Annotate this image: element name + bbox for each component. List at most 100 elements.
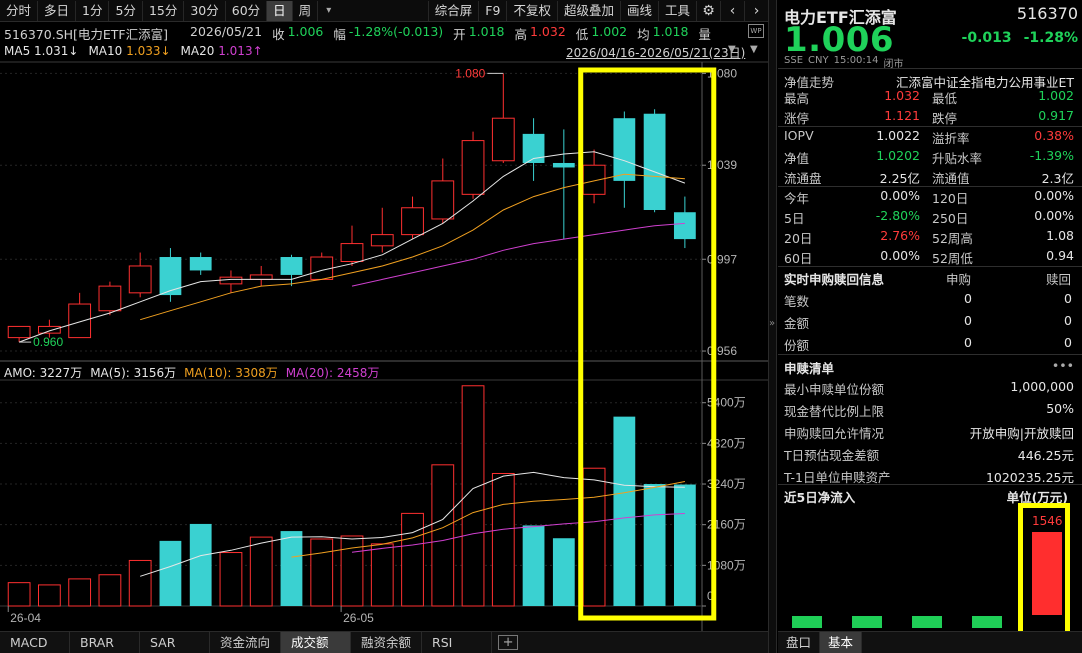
net-inflow-title: 近5日净流入 — [784, 490, 856, 505]
candle-body — [189, 257, 212, 271]
net-inflow-bar — [972, 616, 1002, 628]
more-icon[interactable]: ••• — [1052, 358, 1074, 373]
tab-fund-flow[interactable]: 资金流向 — [210, 632, 282, 653]
net-inflow-bar — [852, 616, 882, 628]
tab-macd[interactable]: MACD — [0, 632, 70, 653]
candle-body — [128, 265, 152, 294]
candle-body — [613, 118, 636, 181]
min-label: 0.960 — [33, 335, 63, 349]
nav-row: 流通盘 2.25亿 流通值 2.3亿 — [778, 166, 1078, 186]
amount-bar — [340, 535, 364, 607]
candle-body — [98, 285, 122, 312]
nav-value-2: 0.38% — [1034, 128, 1074, 143]
indicator-tabs: MACD BRAR SAR 资金流向 成交额 融资余额 RSI + — [0, 631, 768, 653]
net-inflow-bar — [792, 616, 822, 628]
tab-rsi[interactable]: RSI — [422, 632, 493, 653]
amount-bar — [613, 416, 636, 606]
amo-ma5: MA(5): 3156万 — [90, 366, 177, 380]
candle-body — [159, 257, 182, 296]
subscription-label: 金额 — [784, 316, 810, 331]
candle-body — [280, 257, 303, 275]
candle-body — [552, 162, 575, 168]
amount-bar — [522, 525, 545, 606]
subscribe-value: 0 — [964, 291, 972, 306]
return-row: 今年 0.00% 120日 0.00% — [778, 186, 1078, 206]
tab-basic[interactable]: 基本 — [820, 632, 863, 653]
limit-row: 涨停 1.121 跌停 0.917 — [778, 106, 1078, 126]
return-label: 20日 — [784, 231, 813, 246]
subscribe-value: 0 — [964, 335, 972, 350]
return-value-2: 0.00% — [1034, 188, 1074, 203]
candle-body — [68, 303, 92, 339]
panel-collapse-handle[interactable]: » — [768, 0, 777, 653]
candle-body — [249, 274, 273, 280]
chevron-right-icon: » — [769, 318, 776, 329]
candle-body — [643, 113, 666, 210]
return-label: 今年 — [784, 191, 810, 206]
divider — [778, 354, 1082, 355]
subscribe-value: 0 — [964, 313, 972, 328]
amo-legend: AMO: 3227万 MA(5): 3156万 MA(10): 3308万 MA… — [4, 364, 379, 381]
amount-bar — [68, 578, 92, 607]
quote-panel: 电力ETF汇添富 516370 1.006 -0.013 -1.28% SSE … — [778, 0, 1082, 653]
redeem-header: 赎回 — [1046, 272, 1072, 287]
nav-row: 净值 1.0202 升贴水率 -1.39% — [778, 146, 1078, 166]
tab-margin-balance[interactable]: 融资余额 — [351, 632, 423, 653]
divider — [778, 484, 1082, 485]
amount-bar — [370, 543, 394, 607]
creation-list-value: 1,000,000 — [1010, 379, 1074, 394]
kline-chart[interactable]: 1.0801.0390.9970.9565400万4320万3240万2160万… — [0, 0, 768, 631]
subscription-label: 笔数 — [784, 294, 810, 309]
nav-label-2: 升贴水率 — [932, 151, 983, 166]
return-row: 60日 0.00% 52周低 0.94 — [778, 246, 1078, 266]
return-value: 0.00% — [880, 188, 920, 203]
return-value: 0.00% — [880, 248, 920, 263]
tab-order-book[interactable]: 盘口 — [778, 632, 821, 653]
amount-bar — [249, 536, 273, 607]
amo-value: AMO: 3227万 — [4, 366, 83, 380]
limit-value-2: 0.917 — [1038, 108, 1074, 123]
return-label: 60日 — [784, 251, 813, 266]
return-row: 5日 -2.80% 250日 0.00% — [778, 206, 1078, 226]
amount-bar — [431, 464, 455, 607]
candle-body — [7, 325, 31, 339]
realtime-subscription-title: 实时申购赎回信息 — [784, 272, 885, 287]
creation-list-title: 申赎清单 — [784, 361, 835, 376]
redeem-value: 0 — [1064, 335, 1072, 350]
add-indicator-icon[interactable]: + — [498, 635, 519, 650]
creation-list-value: 50% — [1046, 401, 1074, 416]
tab-brar[interactable]: BRAR — [70, 632, 140, 653]
subscription-row: 份额 0 0 — [778, 333, 1078, 353]
subscription-row: 金额 0 0 — [778, 311, 1078, 331]
tab-turnover[interactable]: 成交额 — [281, 632, 352, 653]
redeem-value: 0 — [1064, 291, 1072, 306]
nav-label: 流通盘 — [784, 171, 822, 186]
amount-bar — [491, 472, 515, 607]
amo-ma20: MA(20): 2458万 — [285, 366, 380, 380]
candle-body — [461, 140, 485, 195]
panel-tabs: 盘口 基本 — [778, 631, 1082, 653]
nav-value: 1.0202 — [876, 148, 920, 163]
limit-value-2: 1.002 — [1038, 88, 1074, 103]
nav-label-2: 流通值 — [932, 171, 970, 186]
candle-body — [582, 164, 606, 195]
return-value: -2.80% — [875, 208, 920, 223]
return-label: 5日 — [784, 211, 805, 226]
highlight-box — [1018, 503, 1070, 638]
tab-sar[interactable]: SAR — [140, 632, 210, 653]
change-value: -0.013 — [961, 30, 1012, 46]
amount-bar — [280, 531, 303, 606]
divider — [778, 266, 1082, 267]
redeem-value: 0 — [1064, 313, 1072, 328]
limit-label: 最高 — [784, 91, 810, 106]
amount-bar — [37, 584, 61, 607]
creation-list-label: 最小申赎单位份额 — [784, 382, 885, 397]
candle-body — [370, 234, 394, 247]
creation-list-row: 申购赎回允许情况 开放申购|开放赎回 — [778, 421, 1078, 441]
nav-label: 净值 — [784, 151, 810, 166]
fund-code: 516370 — [1016, 4, 1078, 23]
creation-list-row: 现金替代比例上限 50% — [778, 399, 1078, 419]
amount-bar — [98, 574, 122, 607]
amount-bar — [159, 540, 182, 606]
amount-bar — [552, 538, 575, 606]
